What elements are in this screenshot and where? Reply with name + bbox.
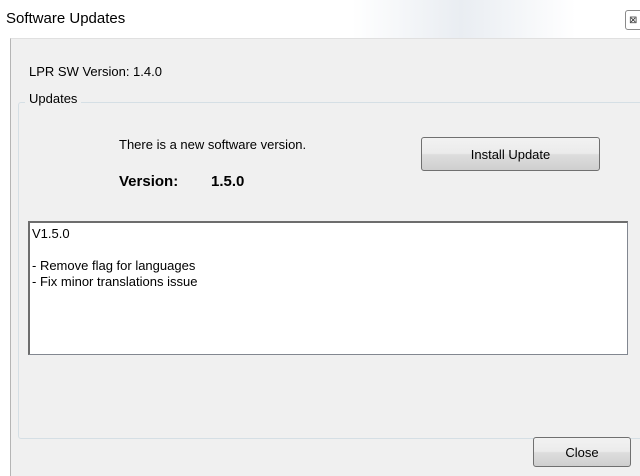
dialog-body: LPR SW Version: 1.4.0 Updates There is a… [10,38,640,476]
close-icon[interactable]: ⊠ [625,10,640,30]
close-button[interactable]: Close [533,437,631,467]
version-label: Version: [119,173,179,190]
release-notes-textbox[interactable]: V1.5.0 - Remove flag for languages - Fix… [28,221,628,355]
title-bar: Software Updates ⊠ [0,0,640,38]
updates-group-label: Updates [25,91,82,106]
new-version-message: There is a new software version. [119,137,307,152]
window-title: Software Updates [6,10,126,27]
current-version-label: LPR SW Version: 1.4.0 [29,64,162,79]
install-update-button[interactable]: Install Update [421,137,600,171]
version-value: 1.5.0 [211,173,245,190]
